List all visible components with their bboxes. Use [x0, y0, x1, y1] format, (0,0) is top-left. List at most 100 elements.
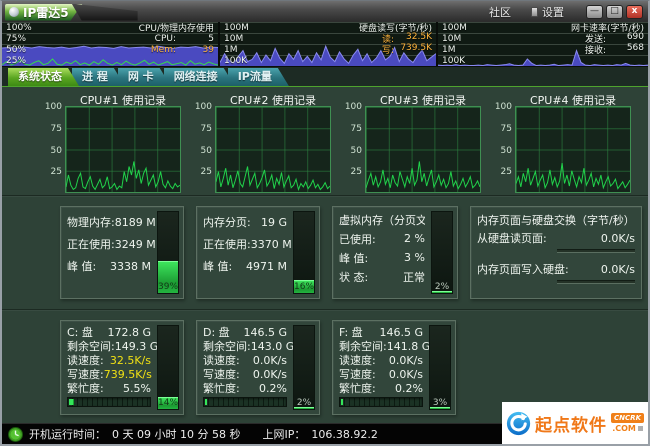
y-axis-label: 25% [6, 56, 26, 66]
row-value: 0.0K/s [253, 368, 287, 381]
qidian-watermark[interactable]: 起点软件 CNCRK .COM [502, 402, 648, 444]
uptime-value: 0 天 09 小时 10 分 58 秒 [112, 426, 240, 442]
cpu-chart-plot [365, 106, 481, 193]
y-tick: 50 [501, 146, 512, 156]
disk-c-bar: 14% [157, 325, 179, 410]
y-axis-label: 100K [224, 56, 247, 66]
virtual-memory-panel: 虚拟内存（分页文件） 已使用:2 % 峰 值:3 % 状 态:正常 2% [332, 206, 458, 299]
memory-paging-panel: 内存分页:19 G 正在使用:3370 M 峰 值:4971 M 16% [196, 206, 320, 299]
row-value: 19 G [261, 216, 287, 229]
ip-value: 106.38.92.2 [311, 428, 377, 441]
row-label: 内存页面写入硬盘: [477, 261, 569, 277]
cpu-usage-label: CPU: [155, 34, 176, 44]
row-value: 0.0K/s [601, 263, 635, 276]
network-monitor: 100M 网卡速率(字节/秒) 10M 发送: 690 1M 接收: 568 [438, 22, 648, 66]
row-value: 2 % [404, 232, 425, 245]
disk-size: 172.8 G [107, 326, 151, 339]
cpu-chart-plot [515, 106, 631, 193]
watermark-suffix: .COM [612, 424, 636, 433]
disk-busy-fill [69, 399, 74, 405]
app-title: IP雷达5 [23, 4, 69, 21]
disk-busy-meter [339, 397, 423, 407]
row-label: 从硬盘读页面: [477, 230, 547, 246]
disk-busy-fill [205, 399, 207, 405]
y-tick: 75 [351, 124, 362, 134]
tab-system-status[interactable]: 系统状态 [8, 68, 79, 86]
close-button[interactable]: x [626, 5, 643, 19]
physical-memory-bar: 39% [157, 211, 179, 294]
qidian-logo-icon [506, 410, 531, 437]
y-tick: 75 [201, 124, 212, 134]
settings-button[interactable]: 设置 [531, 4, 564, 20]
cpu-chart-4: CPU#4 使用记录 100 75 50 25 [498, 92, 631, 193]
disk-panel-f: F: 盘146.5 G 剩余空间:141.8 G 读速度:0.0K/s 写速度:… [332, 320, 456, 415]
tab-ip-traffic[interactable]: IP流量 [228, 68, 289, 86]
disk-f-bar: 3% [429, 325, 451, 410]
cpu-chart-yticks: 100 75 50 25 [48, 106, 65, 193]
value-groove [557, 280, 635, 284]
watermark-badge: CNCRK [611, 413, 644, 423]
cpu-chart-yticks: 100 75 50 25 [198, 106, 215, 193]
y-axis-label: 100M [442, 23, 467, 33]
cpu-chart-title: CPU#3 使用记录 [348, 92, 481, 106]
row-label: 繁忙度: [339, 380, 376, 396]
row-value: 0.2% [395, 382, 423, 395]
row-label: 峰 值: [67, 258, 96, 274]
disk-io-monitor: 100M 硬盘读写(字节/秒) 10M 读: 32.5K 1M 写: 739.5… [220, 22, 438, 66]
disk-busy-fill [341, 399, 343, 405]
disk-d-bar-label: 2% [294, 398, 314, 408]
cpu-chart-1: CPU#1 使用记录 100 75 50 25 [48, 92, 181, 193]
tab-network-connections[interactable]: 网络连接 [164, 68, 235, 86]
clock-icon [8, 427, 23, 442]
row-label: 物理内存: [67, 214, 115, 230]
tab-network-card[interactable]: 网 卡 [118, 68, 171, 86]
cpu-chart-plot [65, 106, 181, 193]
settings-icon [531, 7, 538, 17]
row-value: 739.5K/s [104, 368, 152, 381]
cpu-memory-monitor: 100% CPU/物理内存使用 75% CPU: 5 50% Mem: 39 [2, 22, 220, 66]
cpu-chart-yticks: 100 75 50 25 [498, 106, 515, 193]
row-label: 繁忙度: [67, 380, 104, 396]
community-link[interactable]: 社区 [489, 4, 511, 20]
disk-panel-d: D: 盘146.5 G 剩余空间:143.0 G 读速度:0.0K/s 写速度:… [196, 320, 320, 415]
titlebar: IP雷达5 社区 设置 — □ x [2, 1, 648, 22]
system-status-page: CPU#1 使用记录 100 75 50 25 CPU#2 使用记录 [2, 87, 648, 423]
row-label: 繁忙度: [203, 380, 240, 396]
monitor-row: 100K [438, 55, 648, 66]
row-label: 正在使用: [67, 236, 115, 252]
cpu-chart-3: CPU#3 使用记录 100 75 50 25 [348, 92, 481, 193]
memory-row: 物理内存:8189 M 正在使用:3249 M 峰 值:3338 M 39% 内… [2, 196, 648, 309]
monitor-row: 100K [220, 55, 436, 66]
watermark-badge-group: CNCRK .COM [611, 413, 644, 433]
row-value: 149.3 G [115, 340, 159, 353]
community-label: 社区 [489, 4, 511, 20]
cpu-chart-title: CPU#1 使用记录 [48, 92, 181, 106]
disk-d-bar: 2% [293, 325, 315, 410]
cpu-usage-value: 5 [176, 34, 214, 44]
row-value: 4971 M [246, 260, 287, 273]
settings-label: 设置 [542, 4, 564, 20]
y-axis-label: 1M [442, 45, 456, 55]
minimize-button[interactable]: — [586, 5, 603, 19]
row-value: 3 % [404, 251, 425, 264]
row-value: 5.5% [123, 382, 151, 395]
row-value: 3338 M [110, 260, 151, 273]
row-value: 3249 M [115, 238, 156, 251]
y-tick: 50 [201, 146, 212, 156]
disk-busy-meter [67, 397, 151, 407]
monitor-row: 25% [2, 55, 218, 66]
disk-panel-c: C: 盘172.8 G 剩余空间:149.3 G 读速度:32.5K/s 写速度… [60, 320, 184, 415]
mem-usage-value: 39 [176, 45, 214, 55]
network-monitor-rows: 100M 网卡速率(字节/秒) 10M 发送: 690 1M 接收: 568 [438, 22, 648, 66]
y-tick: 100 [195, 102, 212, 112]
disk-io-monitor-rows: 100M 硬盘读写(字节/秒) 10M 读: 32.5K 1M 写: 739.5… [220, 22, 436, 66]
tab-processes[interactable]: 进 程 [72, 68, 125, 86]
row-value: 3370 M [251, 238, 292, 251]
row-value: 正常 [403, 269, 425, 285]
physical-memory-bar-label: 39% [158, 282, 178, 292]
y-tick: 25 [51, 167, 62, 177]
y-tick: 25 [351, 167, 362, 177]
maximize-button[interactable]: □ [606, 5, 623, 19]
y-axis-label: 100% [6, 23, 32, 33]
cpu-chart-yticks: 100 75 50 25 [348, 106, 365, 193]
